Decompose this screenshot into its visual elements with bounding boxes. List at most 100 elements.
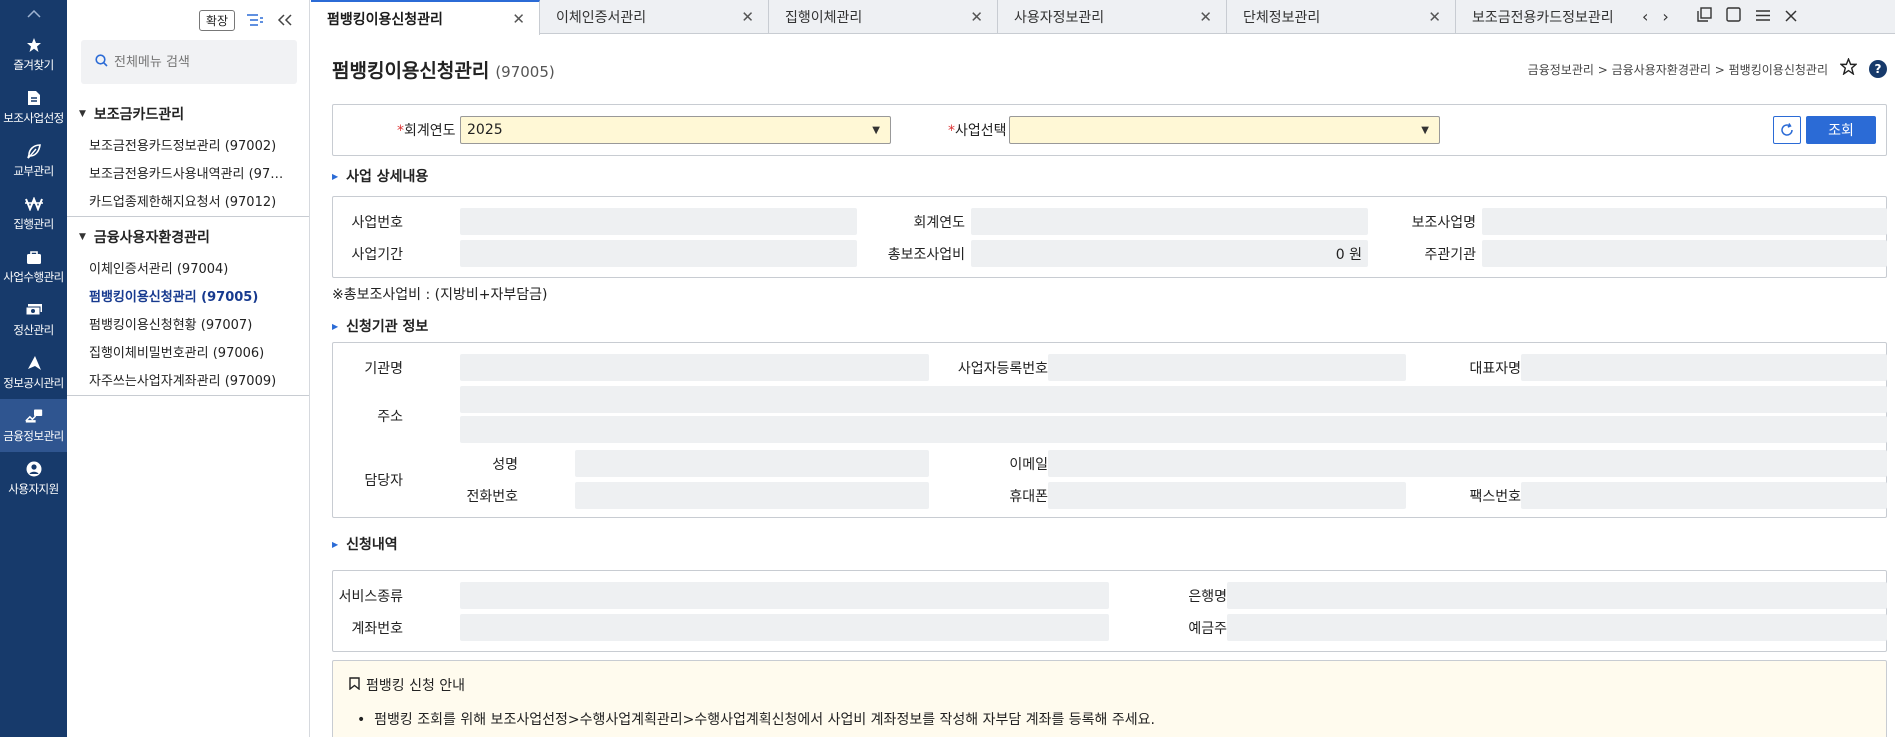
- menu-item[interactable]: 이체인증서관리 (97004): [89, 253, 309, 281]
- left-rail: 즐겨찾기 보조사업선정 교부관리 집행관리 사업수행관리 정산관리 정보공시관리…: [0, 0, 67, 737]
- star-outline-icon[interactable]: [1839, 57, 1858, 80]
- maximize-icon[interactable]: [1726, 7, 1741, 26]
- menu-item[interactable]: 카드업종제한해지요청서 (97012): [89, 186, 309, 214]
- menu-group-finance-env: ▼ 금융사용자환경관리 이체인증서관리 (97004) 펌뱅킹이용신청관리 (97…: [67, 221, 309, 393]
- project-no-label: 사업번호: [351, 215, 403, 231]
- menu-item-active[interactable]: 펌뱅킹이용신청관리 (97005): [89, 281, 309, 309]
- menu-item[interactable]: 자주쓰는사업자계좌관리 (97009): [89, 365, 309, 393]
- rail-item-label: 즐겨찾기: [13, 58, 54, 72]
- service-field: [460, 582, 1109, 609]
- tab-card-info[interactable]: 보조금전용카드정보관리: [1456, 0, 1636, 34]
- year-select[interactable]: 2025 ▼: [460, 116, 891, 144]
- menu-search[interactable]: [81, 40, 297, 84]
- rail-item-finance[interactable]: 금융정보관리: [0, 399, 67, 452]
- rail-item-grant[interactable]: 교부관리: [0, 134, 67, 187]
- project-select[interactable]: ▼: [1009, 116, 1440, 144]
- menu-group-title[interactable]: ▼ 금융사용자환경관리: [79, 221, 309, 253]
- tab-transfer-cert[interactable]: 이체인증서관리 ✕: [540, 0, 769, 34]
- won-icon: [24, 195, 43, 213]
- rail-item-favorites[interactable]: 즐겨찾기: [0, 28, 67, 81]
- document-icon: [25, 89, 43, 107]
- project-label: *사업선택: [948, 123, 1007, 139]
- holder-label: 예금주: [1188, 621, 1227, 637]
- total-field: 0 원: [971, 240, 1368, 267]
- divider: [67, 395, 309, 396]
- menu-item[interactable]: 집행이체비밀번호관리 (97006): [89, 337, 309, 365]
- star-icon: [25, 36, 43, 54]
- project-name-label: 보조사업명: [1411, 215, 1476, 231]
- fiscal-year-label: 회계연도: [913, 215, 965, 231]
- query-button[interactable]: 조회: [1806, 116, 1876, 144]
- agency-field: [1482, 240, 1887, 267]
- rail-item-selection[interactable]: 보조사업선정: [0, 81, 67, 134]
- close-icon[interactable]: ✕: [512, 10, 525, 28]
- rail-item-label: 보조사업선정: [3, 111, 64, 125]
- chevron-up-icon[interactable]: [0, 0, 67, 28]
- expand-button[interactable]: 확장: [198, 9, 235, 31]
- rail-item-support[interactable]: 사용자지원: [0, 452, 67, 505]
- org-name-label: 기관명: [364, 361, 403, 377]
- rail-item-label: 정보공시관리: [3, 376, 64, 390]
- caret-right-icon: ▶: [332, 171, 339, 181]
- project-no-field: [460, 208, 857, 235]
- help-icon[interactable]: ?: [1869, 60, 1887, 78]
- copy-icon[interactable]: [1697, 7, 1712, 26]
- address-field-2: [460, 416, 1887, 443]
- biz-no-label: 사업자등록번호: [957, 361, 1048, 377]
- year-label: *회계연도: [397, 123, 456, 139]
- address-label: 주소: [377, 409, 403, 425]
- menu-item[interactable]: 보조금전용카드사용내역관리 (97…: [89, 158, 309, 186]
- caret-down-icon: ▼: [79, 232, 86, 242]
- close-icon[interactable]: ✕: [1199, 8, 1212, 26]
- guide-box: 펌뱅킹 신청 안내 • 펌뱅킹 조회를 위해 보조사업선정>수행사업계획관리>수…: [332, 660, 1887, 737]
- menu-item[interactable]: 펌뱅킹이용신청현황 (97007): [89, 309, 309, 337]
- tab-user-info[interactable]: 사용자정보관리 ✕: [998, 0, 1227, 34]
- collapse-panel-icon[interactable]: [275, 10, 295, 30]
- fiscal-year-field: [971, 208, 1368, 235]
- chevron-left-icon[interactable]: ‹: [1642, 7, 1648, 26]
- search-panel: *회계연도 2025 ▼ *사업선택 ▼ 조회: [332, 104, 1887, 156]
- refresh-button[interactable]: [1773, 116, 1801, 144]
- service-label: 서비스종류: [338, 589, 403, 605]
- tab-bar: 펌뱅킹이용신청관리 ✕ 이체인증서관리 ✕ 집행이체관리 ✕ 사용자정보관리 ✕ 단체정…: [311, 0, 1895, 35]
- fax-field: [1521, 482, 1887, 509]
- tab-execution-transfer[interactable]: 집행이체관리 ✕: [769, 0, 998, 34]
- user-icon: [25, 460, 43, 478]
- section-title-detail: ▶ 사업 상세내용: [332, 169, 429, 185]
- rail-item-execution[interactable]: 집행관리: [0, 187, 67, 240]
- menu-search-input[interactable]: [114, 54, 294, 70]
- menu-item[interactable]: 보조금전용카드정보관리 (97002): [89, 130, 309, 158]
- close-all-icon[interactable]: [1785, 7, 1797, 26]
- project-name-field: [1482, 208, 1887, 235]
- rail-item-settlement[interactable]: 정산관리: [0, 293, 67, 346]
- rail-item-project[interactable]: 사업수행관리: [0, 240, 67, 293]
- account-field: [460, 614, 1109, 641]
- holder-field: [1227, 614, 1887, 641]
- rail-item-label: 집행관리: [13, 217, 54, 231]
- bookmark-icon: [349, 676, 360, 694]
- contact-name-label: 성명: [492, 457, 518, 473]
- menu-group-title[interactable]: ▼ 보조금카드관리: [79, 98, 309, 130]
- divider: [67, 216, 309, 217]
- agency-label: 주관기관: [1424, 247, 1476, 263]
- fax-label: 팩스번호: [1469, 489, 1521, 505]
- org-name-field: [460, 354, 929, 381]
- close-icon[interactable]: ✕: [970, 8, 983, 26]
- email-label: 이메일: [1009, 457, 1048, 473]
- briefcase-icon: [25, 248, 43, 266]
- guide-item: • 펌뱅킹 조회를 위해 보조사업선정>수행사업계획관리>수행사업계획신청에서 …: [357, 712, 1155, 728]
- tab-org-info[interactable]: 단체정보관리 ✕: [1227, 0, 1456, 34]
- list-view-icon[interactable]: [245, 10, 265, 30]
- rail-item-label: 교부관리: [13, 164, 54, 178]
- section-title-applicant: ▶ 신청기관 정보: [332, 319, 429, 335]
- list-icon[interactable]: [1755, 7, 1771, 26]
- tab-firmbanking-apply[interactable]: 펌뱅킹이용신청관리 ✕: [311, 0, 540, 35]
- rail-item-label: 금융정보관리: [3, 429, 64, 443]
- close-icon[interactable]: ✕: [1428, 8, 1441, 26]
- chevron-right-icon[interactable]: ›: [1662, 7, 1668, 26]
- dropdown-arrow-icon: ▼: [1421, 124, 1429, 136]
- rail-item-label: 사용자지원: [8, 482, 59, 496]
- ceo-field: [1521, 354, 1887, 381]
- rail-item-disclosure[interactable]: 정보공시관리: [0, 346, 67, 399]
- close-icon[interactable]: ✕: [741, 8, 754, 26]
